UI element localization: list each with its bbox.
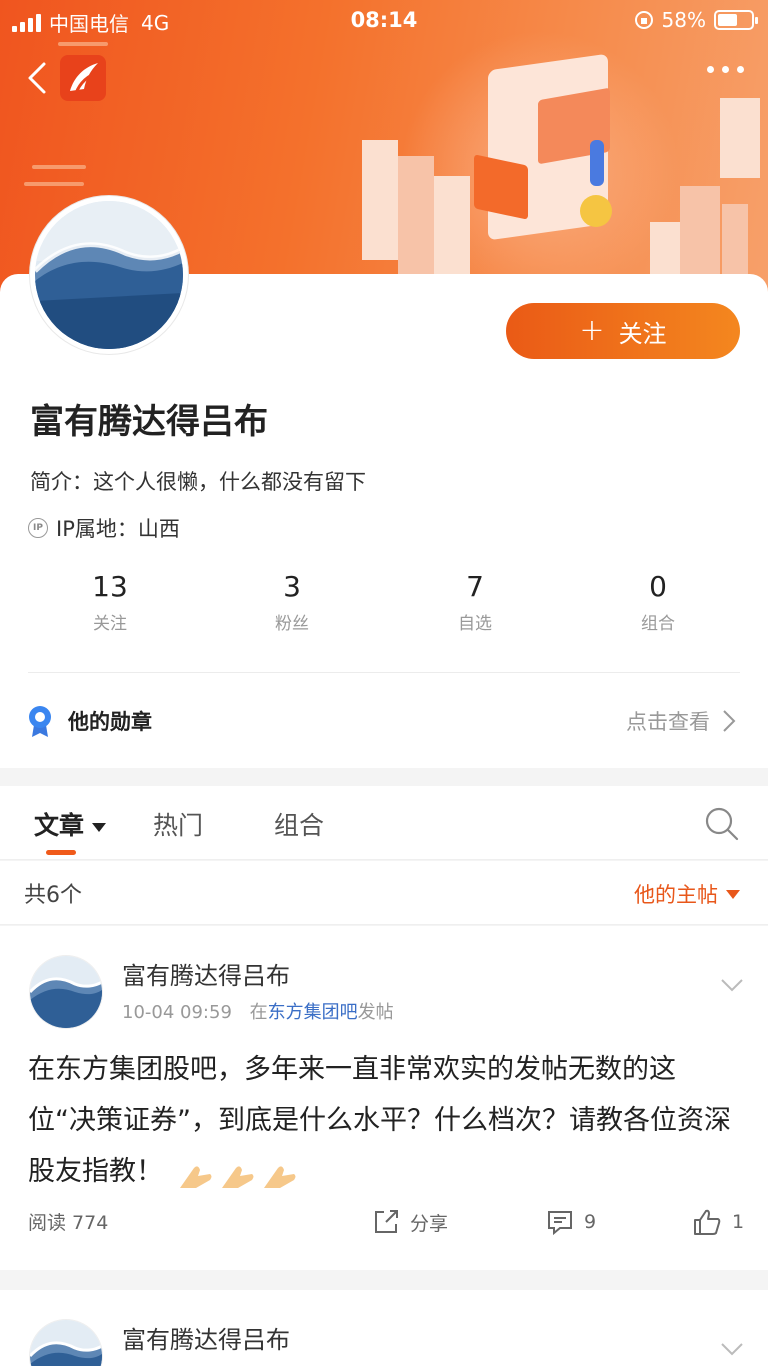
post-author-name[interactable]: 富有腾达得吕布 (122, 1320, 290, 1355)
stat-label: 组合 (641, 614, 675, 634)
post-footer: 阅读 774 分享 9 1 (28, 1208, 744, 1238)
post-filter-dropdown[interactable]: 他的主帖 (634, 879, 740, 909)
medals-view-link[interactable]: 点击查看 (626, 706, 736, 736)
content-tabs: 文章 热门 组合 (0, 786, 768, 860)
filter-label: 他的主帖 (634, 883, 718, 907)
comment-count: 9 (584, 1211, 597, 1233)
praying-hands-icon (260, 1158, 298, 1188)
follow-button[interactable]: + 关注 (506, 303, 740, 359)
post-author-avatar[interactable] (30, 1320, 102, 1366)
battery-icon (714, 10, 758, 30)
profile-avatar[interactable] (30, 196, 188, 354)
stat-fans[interactable]: 3 粉丝 (232, 570, 352, 634)
profile-stats: 13 关注 3 粉丝 7 自选 0 组合 (0, 570, 768, 640)
share-icon (375, 1210, 398, 1233)
dropdown-caret-icon (726, 889, 740, 899)
chevron-down-icon[interactable] (720, 1342, 744, 1356)
stat-following[interactable]: 13 关注 (50, 570, 170, 634)
tab-articles[interactable]: 文章 (34, 806, 107, 842)
status-bar: 中国电信 4G 08:14 58% (0, 0, 768, 40)
post-board-link[interactable]: 东方集团吧 (268, 1002, 358, 1023)
post-card[interactable]: 富有腾达得吕布 (0, 1290, 768, 1366)
share-label: 分享 (410, 1212, 449, 1235)
chevron-down-icon[interactable] (720, 978, 744, 992)
app-logo[interactable] (60, 55, 106, 101)
more-icon[interactable] (707, 66, 744, 73)
thumbs-up-icon (694, 1209, 721, 1235)
divider (28, 672, 740, 673)
plus-icon: + (579, 313, 605, 348)
stat-num: 13 (92, 570, 128, 603)
ip-icon: IP (28, 518, 48, 538)
post-body[interactable]: 在东方集团股吧，多年来一直非常欢实的发帖无数的这位“决策证券”，到底是什么水平？… (28, 1044, 738, 1197)
list-header: 共6个 他的主帖 (0, 861, 768, 925)
chevron-right-icon (723, 710, 736, 732)
tab-hot[interactable]: 热门 (153, 806, 203, 842)
post-count: 共6个 (24, 883, 82, 908)
back-icon[interactable] (22, 60, 52, 96)
post-time: 10-04 09:59 (122, 1002, 232, 1023)
stat-num: 0 (649, 570, 667, 603)
rotation-lock-icon (634, 11, 653, 29)
stat-watchlist[interactable]: 7 自选 (415, 570, 535, 634)
ip-location-text: IP属地：山西 (56, 517, 180, 541)
praying-hands-icon (218, 1158, 256, 1188)
share-button[interactable]: 分享 (372, 1208, 448, 1236)
post-meta-prefix: 在 (249, 1002, 268, 1023)
dropdown-caret-icon (92, 822, 107, 832)
medals-row[interactable]: 他的勋章 点击查看 (0, 690, 768, 750)
profile-bio: 简介：这个人很懒，什么都没有留下 (30, 470, 366, 494)
post-card[interactable]: 富有腾达得吕布 10-04 09:59 在东方集团吧发帖 在东方集团股吧，多年来… (0, 926, 768, 1270)
stat-portfolio[interactable]: 0 组合 (598, 570, 718, 634)
ip-location: IP IP属地：山西 (28, 513, 180, 543)
tab-label: 文章 (34, 811, 85, 840)
stat-num: 7 (466, 570, 484, 603)
read-count: 阅读 774 (28, 1208, 108, 1235)
stat-label: 自选 (458, 614, 492, 634)
tab-label: 热门 (153, 811, 204, 840)
tab-indicator (46, 850, 76, 855)
medals-label: 他的勋章 (68, 710, 152, 734)
post-author-name[interactable]: 富有腾达得吕布 (122, 956, 290, 991)
post-meta-suffix: 发帖 (357, 1002, 394, 1023)
profile-name: 富有腾达得吕布 (30, 402, 268, 442)
praying-hands-icon (176, 1158, 214, 1188)
like-button[interactable]: 1 (692, 1208, 744, 1236)
follow-label: 关注 (618, 319, 667, 348)
tab-label: 组合 (274, 811, 325, 840)
comment-icon (548, 1211, 572, 1236)
comment-button[interactable]: 9 (546, 1208, 596, 1236)
search-icon[interactable] (704, 806, 740, 842)
medals-view-text: 点击查看 (626, 710, 710, 734)
post-author-avatar[interactable] (30, 956, 102, 1028)
post-meta: 10-04 09:59 在东方集团吧发帖 (122, 998, 394, 1024)
stat-num: 3 (283, 570, 301, 603)
post-text: 在东方集团股吧，多年来一直非常欢实的发帖无数的这位“决策证券”，到底是什么水平？… (28, 1054, 731, 1187)
like-count: 1 (732, 1211, 745, 1233)
medal-icon (29, 706, 51, 737)
stat-label: 粉丝 (275, 614, 309, 634)
battery-percent: 58% (661, 8, 706, 32)
tab-portfolio[interactable]: 组合 (274, 806, 324, 842)
read-count-text: 阅读 774 (28, 1212, 109, 1234)
stat-label: 关注 (93, 614, 127, 634)
